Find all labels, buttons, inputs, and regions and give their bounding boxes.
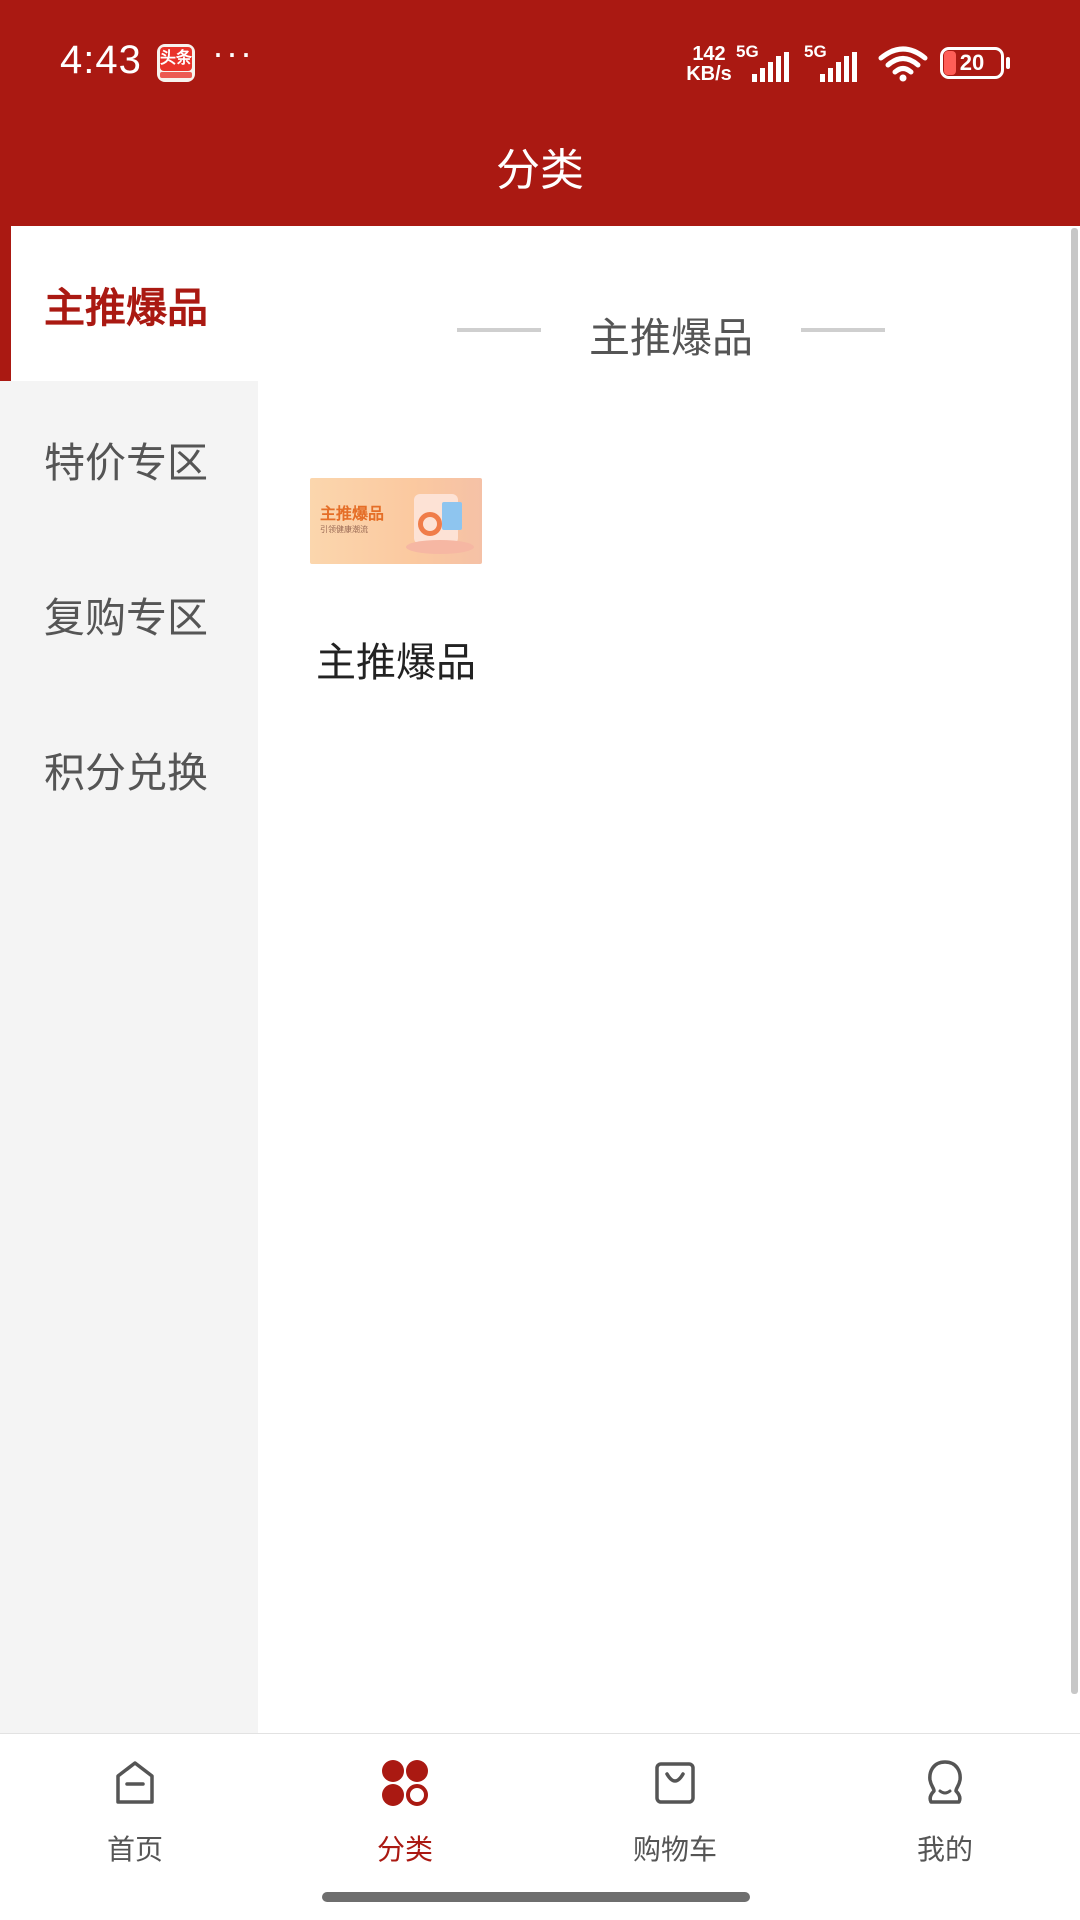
sidebar-item-repurchase[interactable]: 复购专区 (0, 536, 258, 691)
nav-cart[interactable]: 购物车 (540, 1734, 810, 1884)
signal-5g-icon: 5G (736, 42, 798, 82)
sidebar-item-special-price[interactable]: 特价专区 (0, 381, 258, 536)
sidebar-item-main-hot[interactable]: 主推爆品 (0, 226, 258, 381)
nav-label: 我的 (916, 1834, 973, 1865)
subcategory-image[interactable]: 主推爆品 引领健康潮流 (310, 478, 482, 564)
network-speed-value: 142 (692, 43, 726, 65)
status-time: 4:43 (60, 38, 142, 82)
home-icon (116, 1761, 154, 1804)
sidebar-item-points-exchange[interactable]: 积分兑换 (0, 691, 258, 846)
nav-category[interactable]: 分类 (270, 1734, 540, 1884)
battery-icon: 20 (940, 47, 1010, 79)
nav-label: 购物车 (632, 1834, 717, 1865)
profile-icon (928, 1760, 962, 1804)
nav-home[interactable]: 首页 (0, 1734, 270, 1884)
network-speed: 142 KB/s (681, 44, 737, 84)
category-sidebar: 主推爆品 特价专区 复购专区 积分兑换 (0, 226, 258, 1733)
section-title: 主推爆品 (589, 315, 753, 361)
subcategory-label[interactable]: 主推爆品 (310, 630, 482, 688)
image-subtitle: 引领健康潮流 (320, 525, 368, 534)
nav-profile[interactable]: 我的 (810, 1734, 1080, 1884)
section-header: 主推爆品 (258, 304, 1068, 361)
scrollbar[interactable] (1071, 228, 1078, 1694)
shopping-bag-icon (655, 1762, 695, 1804)
image-title: 主推爆品 (320, 506, 385, 523)
sidebar-item-label: 主推爆品 (44, 284, 208, 331)
sidebar-item-label: 特价专区 (44, 439, 208, 486)
sidebar-item-label: 复购专区 (44, 594, 208, 641)
category-content: 主推爆品 主推爆品 引领健康潮流 主推爆品 (258, 226, 1068, 1733)
battery-level: 20 (959, 50, 985, 75)
page-title: 分类 (496, 146, 584, 195)
sidebar-item-label: 积分兑换 (44, 749, 208, 796)
section-divider-right (801, 328, 885, 332)
nav-label: 分类 (376, 1834, 433, 1865)
app-header: 4:43 头条 ··· 142 KB/s 5G 5G 20 分类 (0, 0, 1080, 226)
home-indicator[interactable] (322, 1892, 750, 1902)
app-icon-label: 头条 (160, 47, 192, 71)
signal-5g-icon: 5G (804, 42, 866, 82)
status-bar: 4:43 头条 ··· 142 KB/s 5G 5G 20 (0, 0, 1080, 120)
nav-label: 首页 (106, 1834, 163, 1865)
wifi-icon (878, 46, 928, 82)
section-divider-left (457, 328, 541, 332)
network-speed-unit: KB/s (686, 63, 732, 85)
category-icon (382, 1760, 428, 1806)
toutiao-app-icon: 头条 (157, 44, 195, 82)
more-notifications-icon: ··· (212, 32, 254, 73)
